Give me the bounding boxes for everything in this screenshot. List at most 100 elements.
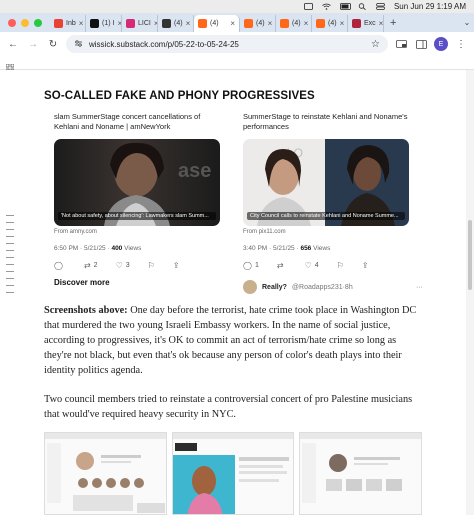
search-icon[interactable] (358, 3, 367, 11)
page-scrollbar[interactable] (466, 70, 474, 515)
tab-close-icon[interactable]: × (186, 19, 191, 28)
reply-preview[interactable]: Really? @Roadapps231·8h ··· (243, 280, 423, 294)
post-time: 6:50 PM · 5/21/25 · (54, 245, 112, 252)
article-paragraph: Screenshots above: One day before the te… (44, 303, 422, 378)
close-window-button[interactable] (8, 18, 16, 27)
tab-label: LICI (138, 20, 151, 27)
toc-mark[interactable] (6, 292, 14, 293)
browser-tab[interactable]: Exc × (348, 15, 384, 32)
embedded-post-left[interactable]: slam SummerStage concert cancellations o… (54, 112, 220, 287)
link-card-source: From pix11.com (243, 229, 286, 235)
repost-button[interactable]: ⇄ (277, 261, 287, 270)
macos-menubar: Sun Jun 29 1:19 AM (0, 0, 474, 13)
browser-tab[interactable]: (4) × (240, 15, 276, 32)
toc-mark[interactable] (6, 257, 14, 258)
wifi-icon[interactable] (322, 3, 331, 10)
link-card-heading[interactable]: slam SummerStage concert cancellations o… (54, 112, 220, 132)
repost-count: 2 (93, 262, 98, 269)
gallery-image[interactable] (171, 432, 295, 515)
link-card-source: From amny.com (54, 229, 97, 235)
tab-close-icon[interactable]: × (79, 19, 84, 28)
profile-avatar[interactable]: E (434, 37, 448, 51)
tab-label: Exc (364, 20, 376, 27)
browser-tab[interactable]: LICI× (122, 15, 158, 32)
new-tab-button[interactable]: + (384, 17, 402, 29)
toc-mark[interactable] (6, 271, 14, 272)
embedded-post-right[interactable]: SummerStage to reinstate Kehlani and Non… (243, 112, 409, 270)
browser-menu-icon[interactable]: ⋮ (454, 37, 468, 51)
bookmarks-bar (0, 56, 474, 73)
share-icon: ⇪ (361, 261, 369, 270)
zoom-window-button[interactable] (34, 18, 42, 27)
back-button[interactable]: ← (6, 37, 20, 51)
post-actions: ◯ ⇄ 2 ♡ 3 ⚐ ⇪ (54, 261, 220, 270)
browser-tab[interactable]: (4) × (158, 15, 194, 32)
tab-close-icon[interactable]: × (268, 19, 273, 28)
site-info-icon[interactable] (74, 39, 83, 50)
tab-search-icon[interactable]: ⌄ (460, 16, 474, 30)
like-count: 4 (314, 262, 319, 269)
tab-close-icon[interactable]: × (304, 19, 309, 28)
heart-icon: ♡ (115, 261, 123, 270)
toc-mark[interactable] (6, 243, 14, 244)
toc-mark[interactable] (6, 229, 14, 230)
toc-mark[interactable] (6, 236, 14, 237)
gallery-image[interactable] (44, 432, 167, 515)
repost-button[interactable]: ⇄ 2 (84, 261, 98, 270)
browser-tab[interactable]: (4) × (194, 15, 240, 32)
forward-button[interactable]: → (26, 37, 40, 51)
apps-grid-icon[interactable] (5, 59, 15, 73)
bookmark-button[interactable]: ⚐ (148, 261, 155, 270)
table-of-contents-rail[interactable] (6, 215, 14, 299)
gallery-image[interactable] (299, 432, 423, 515)
sidebar-icon[interactable] (414, 37, 428, 51)
more-options-icon[interactable]: ··· (416, 284, 423, 291)
bookmark-button[interactable]: ⚐ (337, 261, 344, 270)
link-card-heading[interactable]: SummerStage to reinstate Kehlani and Non… (243, 112, 409, 132)
share-button[interactable]: ⇪ (173, 261, 180, 270)
toc-mark[interactable] (6, 285, 14, 286)
cast-icon[interactable] (304, 3, 313, 10)
browser-toolbar: ← → ↻ wissick.substack.com/p/05-22-to-05… (0, 32, 474, 56)
tab-close-icon[interactable]: × (230, 19, 235, 28)
tab-close-icon[interactable]: × (379, 19, 383, 28)
address-bar[interactable]: wissick.substack.com/p/05-22-to-05-24-25… (66, 35, 388, 53)
reload-button[interactable]: ↻ (46, 37, 60, 51)
bookmark-icon: ⚐ (336, 261, 344, 270)
share-button[interactable]: ⇪ (362, 261, 369, 270)
cast-tab-icon[interactable] (394, 37, 408, 51)
control-center-icon[interactable] (376, 3, 385, 10)
like-button[interactable]: ♡ 3 (116, 261, 130, 270)
reply-button[interactable]: ◯ 1 (243, 261, 259, 270)
toc-mark[interactable] (6, 215, 14, 216)
toc-mark[interactable] (6, 264, 14, 265)
battery-icon[interactable] (340, 3, 351, 10)
tab-close-icon[interactable]: × (340, 19, 345, 28)
browser-tab[interactable]: (4) × (276, 15, 312, 32)
substack-icon (244, 19, 253, 28)
bookmark-star-icon[interactable]: ☆ (371, 39, 380, 50)
slack-icon (162, 19, 171, 28)
reply-button[interactable]: ◯ (54, 261, 66, 270)
substack-icon (198, 19, 207, 28)
discover-more-heading[interactable]: Discover more (54, 278, 220, 287)
browser-tab[interactable]: (4) × (312, 15, 348, 32)
url-text[interactable]: wissick.substack.com/p/05-22-to-05-24-25 (89, 40, 365, 49)
minimize-window-button[interactable] (21, 18, 29, 27)
reply-handle[interactable]: @Roadapps231·8h (292, 284, 353, 291)
substack-icon (280, 19, 289, 28)
toc-mark[interactable] (6, 278, 14, 279)
browser-tab[interactable]: (1) I × (86, 15, 122, 32)
link-card-image[interactable]: ase 'Not about safety, about silencing':… (54, 139, 220, 226)
paragraph-lead: Screenshots above: (44, 305, 128, 316)
browser-tab[interactable]: Inb × (50, 15, 86, 32)
reply-text: Really? (262, 283, 287, 291)
avatar[interactable] (243, 280, 257, 294)
screenshot-gallery (44, 432, 423, 515)
toc-mark[interactable] (6, 250, 14, 251)
menubar-datetime[interactable]: Sun Jun 29 1:19 AM (394, 2, 466, 11)
scrollbar-thumb[interactable] (468, 220, 472, 290)
link-card-image[interactable]: LO City Council calls to reinstate Kehla… (243, 139, 409, 226)
toc-mark[interactable] (6, 222, 14, 223)
like-button[interactable]: ♡ 4 (305, 261, 319, 270)
